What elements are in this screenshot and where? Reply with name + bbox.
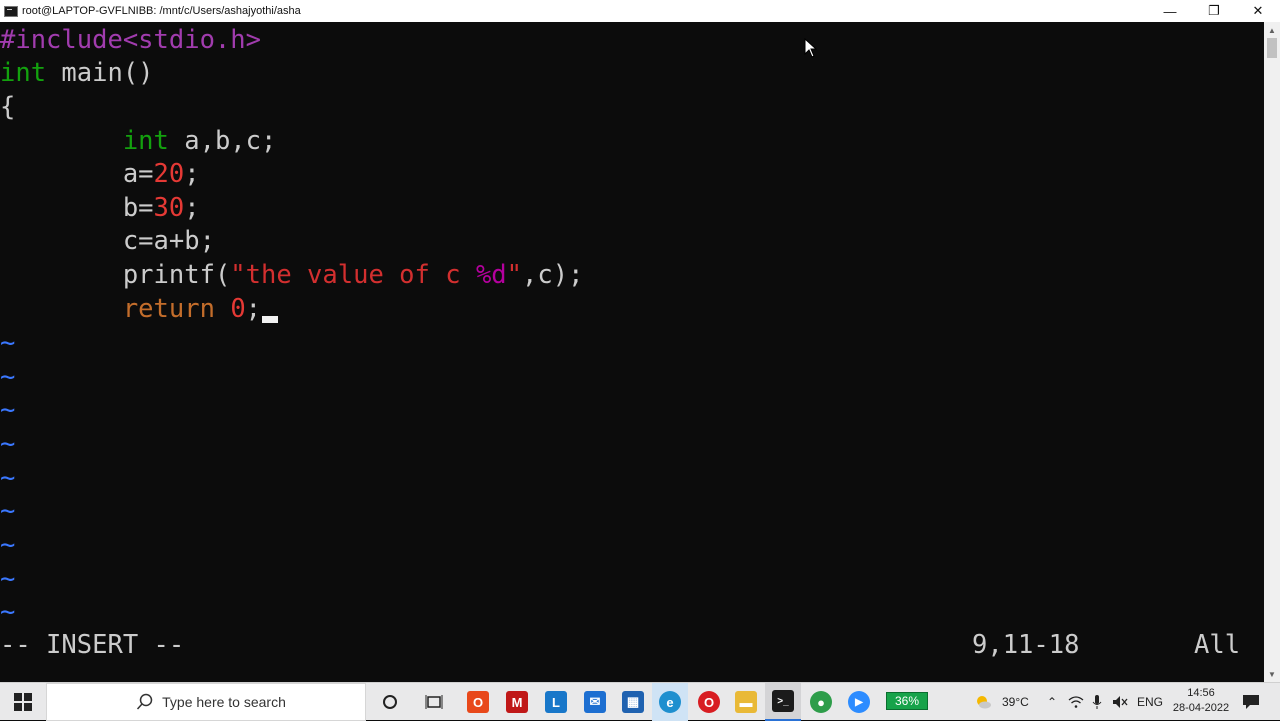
terminal-app-icon <box>4 5 18 17</box>
empty-line-marker: ~ <box>0 429 16 459</box>
scroll-down-icon[interactable]: ▼ <box>1264 666 1280 682</box>
empty-line-marker: ~ <box>0 463 16 493</box>
window-title: root@LAPTOP-GVFLNIBB: /mnt/c/Users/ashaj… <box>22 5 301 17</box>
wifi-icon[interactable] <box>1066 683 1086 721</box>
restore-button[interactable]: ❐ <box>1192 0 1236 22</box>
battery-indicator[interactable]: 36% <box>886 692 928 710</box>
empty-line-marker: ~ <box>0 564 16 594</box>
clock-date: 28-04-2022 <box>1172 702 1230 714</box>
clock-time: 14:56 <box>1187 687 1215 699</box>
minimize-button[interactable]: — <box>1148 0 1192 22</box>
scroll-position: All <box>1194 630 1241 660</box>
weather-icon[interactable] <box>972 683 994 721</box>
volume-muted-icon[interactable] <box>1110 683 1130 721</box>
empty-line-marker: ~ <box>0 597 16 627</box>
empty-line-marker: ~ <box>0 328 16 358</box>
file-explorer-icon[interactable]: ▬ <box>732 683 760 721</box>
code-line-4: int a,b,c; <box>122 126 277 156</box>
start-button[interactable] <box>0 683 46 721</box>
task-view-icon[interactable] <box>420 683 448 721</box>
microphone-icon[interactable] <box>1088 683 1106 721</box>
empty-line-marker: ~ <box>0 496 16 526</box>
taskbar: Type here to search O M L ✉ ▦ e O ▬ >_ ●… <box>0 682 1280 721</box>
windows-logo-icon <box>14 693 32 711</box>
title-bar: root@LAPTOP-GVFLNIBB: /mnt/c/Users/ashaj… <box>0 0 1280 22</box>
taskbar-search-box[interactable]: Type here to search <box>46 683 366 721</box>
system-clock[interactable]: 14:56 28-04-2022 <box>1170 686 1232 716</box>
mcafee-icon[interactable]: M <box>503 683 531 721</box>
office-icon[interactable]: O <box>464 683 492 721</box>
chrome-icon[interactable]: ● <box>807 683 835 721</box>
empty-line-marker: ~ <box>0 395 16 425</box>
text-cursor <box>262 316 279 323</box>
empty-line-marker: ~ <box>0 530 16 560</box>
cortana-icon[interactable] <box>376 683 404 721</box>
code-line-5: a=20; <box>122 159 200 189</box>
mouse-pointer-icon <box>804 38 818 58</box>
search-placeholder: Type here to search <box>162 694 286 710</box>
code-line-6: b=30; <box>122 193 200 223</box>
store-icon[interactable]: ▦ <box>619 683 647 721</box>
chevron-up-icon[interactable]: ⌃ <box>1042 683 1062 721</box>
empty-line-marker: ~ <box>0 362 16 392</box>
notifications-icon[interactable] <box>1238 683 1264 721</box>
opera-icon[interactable]: O <box>695 683 723 721</box>
terminal-icon[interactable]: >_ <box>765 683 801 721</box>
code-line-8: printf("the value of c %d",c); <box>122 260 584 290</box>
code-line-3: { <box>0 92 16 122</box>
close-button[interactable]: ✕ <box>1236 0 1280 22</box>
cursor-position: 9,11-18 <box>972 630 1080 660</box>
language-indicator[interactable]: ENG <box>1137 695 1163 709</box>
search-icon <box>137 693 153 710</box>
vim-editor[interactable]: #include<stdio.h> int main() { int a,b,c… <box>0 24 1264 680</box>
code-line-9: return 0; <box>0 293 279 326</box>
zoom-icon[interactable]: ▶ <box>845 683 873 721</box>
code-line-2: int main() <box>0 58 154 88</box>
scroll-up-icon[interactable]: ▲ <box>1264 22 1280 38</box>
temperature[interactable]: 39°C <box>1002 695 1029 709</box>
mail-icon[interactable]: ✉ <box>581 683 609 721</box>
lens-icon[interactable]: L <box>542 683 570 721</box>
code-line-1: #include<stdio.h> <box>0 25 261 55</box>
vertical-scrollbar[interactable]: ▲ ▼ <box>1264 22 1280 682</box>
code-line-7: c=a+b; <box>122 226 215 256</box>
edge-icon[interactable]: e <box>652 683 688 721</box>
scrollbar-thumb[interactable] <box>1267 38 1277 58</box>
